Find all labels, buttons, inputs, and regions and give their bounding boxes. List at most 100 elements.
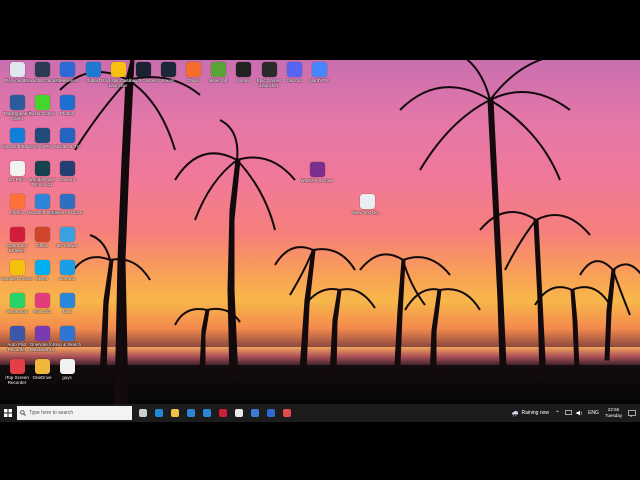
desktop-icon[interactable]: Cortana <box>52 260 82 294</box>
app-icon <box>59 62 75 77</box>
app-icon <box>59 260 75 275</box>
search-icon <box>20 410 26 416</box>
desktop-icon-label: Snip & Sketch <box>52 342 82 347</box>
clock-day: Tuesday <box>604 413 622 418</box>
app-icon <box>34 62 50 77</box>
taskbar-app-edge[interactable] <box>151 404 167 422</box>
app-icon <box>311 62 327 77</box>
app-icon <box>34 293 50 308</box>
opera-icon <box>219 409 227 417</box>
volume-icon[interactable] <box>576 410 583 416</box>
desktop-icon[interactable]: Snip & Sketch <box>52 326 82 360</box>
app-icon <box>34 359 50 374</box>
app-icon <box>9 95 25 110</box>
language-indicator[interactable]: ENG <box>588 410 599 416</box>
app-icon <box>9 326 25 341</box>
app-icon <box>34 194 50 209</box>
desktop-icon[interactable]: Photos <box>52 95 82 129</box>
app-icon <box>85 62 101 77</box>
notes-icon <box>235 409 243 417</box>
edge-icon <box>155 409 163 417</box>
weather-text[interactable]: Raining now <box>522 410 550 416</box>
app-icon <box>286 62 302 77</box>
taskbar-app-store[interactable] <box>183 404 199 422</box>
app-icon <box>9 260 25 275</box>
app-icon <box>9 293 25 308</box>
taskbar-app-security[interactable] <box>263 404 279 422</box>
app-icon <box>9 227 25 242</box>
desktop-icon[interactable]: Aliens All Clock <box>52 194 82 228</box>
taskbar-search-box[interactable]: Type here to search <box>17 406 132 420</box>
windows-logo-icon <box>4 409 12 417</box>
desktop-icon[interactable]: guys <box>52 359 82 393</box>
desktop-icon-label: Camera <box>58 177 75 182</box>
app-icon <box>34 95 50 110</box>
store-icon <box>187 409 195 417</box>
app-icon <box>235 62 251 77</box>
app-icon <box>110 62 126 77</box>
search-placeholder: Type here to search <box>29 410 74 416</box>
weather-icon[interactable] <box>511 409 519 417</box>
desktop-icon[interactable]: NordVPN <box>304 62 334 96</box>
taskbar: Type here to search Raining now ⌃ ENG 22… <box>0 404 640 422</box>
app-icon <box>59 161 75 176</box>
desktop-icon-label: Mail <box>62 309 72 314</box>
recorder-icon <box>283 409 291 417</box>
app-icon <box>9 62 25 77</box>
taskbar-app-recorder[interactable] <box>279 404 295 422</box>
task-view-icon <box>139 409 147 417</box>
desktop-icon-label: Cortana <box>58 276 75 281</box>
network-icon[interactable] <box>565 410 572 416</box>
taskbar-app-file-explorer[interactable] <box>167 404 183 422</box>
app-icon <box>309 162 325 177</box>
desktop-icon[interactable]: 3D Viewer <box>52 227 82 261</box>
app-icon <box>9 194 25 209</box>
app-icon <box>59 326 75 341</box>
desktop[interactable]: Recycle Bin Rockstar Games Steelseries Outl… <box>0 60 640 404</box>
tool-icon <box>251 409 259 417</box>
app-icon <box>160 62 176 77</box>
taskbar-app-mail[interactable] <box>199 404 215 422</box>
app-icon <box>59 293 75 308</box>
start-button[interactable] <box>0 404 16 422</box>
desktop-icon-label: Movies & TV <box>54 144 80 149</box>
app-icon <box>59 227 75 242</box>
app-icon <box>34 326 50 341</box>
app-icon <box>59 128 75 143</box>
app-icon <box>9 161 25 176</box>
taskbar-app-tool[interactable] <box>247 404 263 422</box>
taskbar-app-opera[interactable] <box>215 404 231 422</box>
app-icon <box>34 260 50 275</box>
app-icon <box>185 62 201 77</box>
app-icon <box>59 194 75 209</box>
taskbar-app-task-view[interactable] <box>135 404 151 422</box>
desktop-icon[interactable]: Mail <box>52 293 82 327</box>
app-icon <box>359 194 375 209</box>
system-tray: Raining now ⌃ ENG 22:56 Tuesday <box>511 404 640 422</box>
app-icon <box>261 62 277 77</box>
desktop-icon[interactable]: Camera <box>52 161 82 195</box>
desktop-icon[interactable]: New Text Do... <box>352 194 382 228</box>
desktop-icon-label: guys <box>62 375 72 380</box>
desktop-icon[interactable]: WinRAR archive <box>300 162 334 196</box>
app-icon <box>135 62 151 77</box>
notifications-icon[interactable] <box>628 409 636 417</box>
app-icon <box>210 62 226 77</box>
taskbar-pinned-apps <box>135 404 295 422</box>
file-explorer-icon <box>171 409 179 417</box>
taskbar-clock[interactable]: 22:56 Tuesday <box>605 407 622 419</box>
desktop-icon-label: Photos <box>59 111 74 116</box>
desktop-icon[interactable]: Movies & TV <box>52 128 82 162</box>
desktop-icon-label: Aliens All Clock <box>51 210 83 215</box>
app-icon <box>34 161 50 176</box>
mail-icon <box>203 409 211 417</box>
security-icon <box>267 409 275 417</box>
desktop-icon-label: New Text Do... <box>352 210 382 215</box>
app-icon <box>9 359 25 374</box>
chevron-up-icon[interactable]: ⌃ <box>555 410 560 417</box>
app-icon <box>9 128 25 143</box>
palm-tree-silhouettes <box>59 60 640 404</box>
desktop-icon-label: 3D Viewer <box>56 243 78 248</box>
desktop-icon-label: NordVPN <box>309 78 329 83</box>
taskbar-app-notes[interactable] <box>231 404 247 422</box>
